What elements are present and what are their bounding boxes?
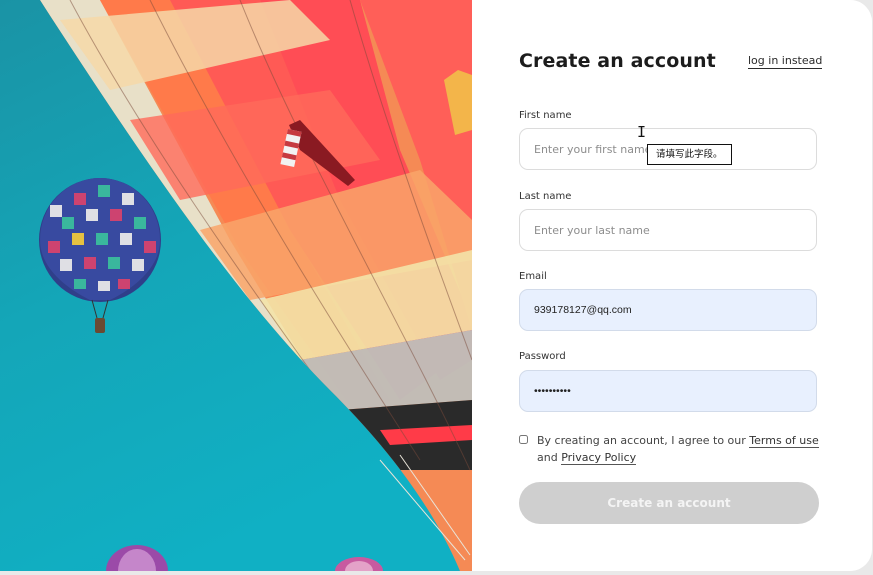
last-name-label: Last name: [519, 191, 572, 202]
hot-air-balloon-photo: [0, 0, 472, 571]
signup-form-panel: Create an account log in instead First n…: [472, 0, 872, 571]
terms-prefix-text: By creating an account, I agree to our: [537, 434, 746, 447]
privacy-policy-link[interactable]: Privacy Policy: [561, 451, 637, 465]
last-name-input[interactable]: [519, 209, 817, 251]
terms-and-text: and: [537, 451, 558, 464]
terms-text: By creating an account, I agree to our T…: [537, 432, 822, 466]
text-cursor-icon: I: [637, 123, 647, 141]
create-account-button[interactable]: Create an account: [519, 482, 819, 524]
terms-of-use-link[interactable]: Terms of use: [749, 434, 819, 448]
first-name-label: First name: [519, 110, 572, 121]
email-input[interactable]: [519, 289, 817, 331]
log-in-instead-link[interactable]: log in instead: [748, 54, 823, 69]
form-title: Create an account: [519, 50, 716, 72]
email-label: Email: [519, 271, 547, 282]
password-label: Password: [519, 351, 566, 362]
signup-card: Create an account log in instead First n…: [0, 0, 872, 571]
terms-checkbox[interactable]: [519, 435, 528, 444]
password-input[interactable]: [519, 370, 817, 412]
validation-tooltip: 请填写此字段。: [647, 144, 732, 165]
